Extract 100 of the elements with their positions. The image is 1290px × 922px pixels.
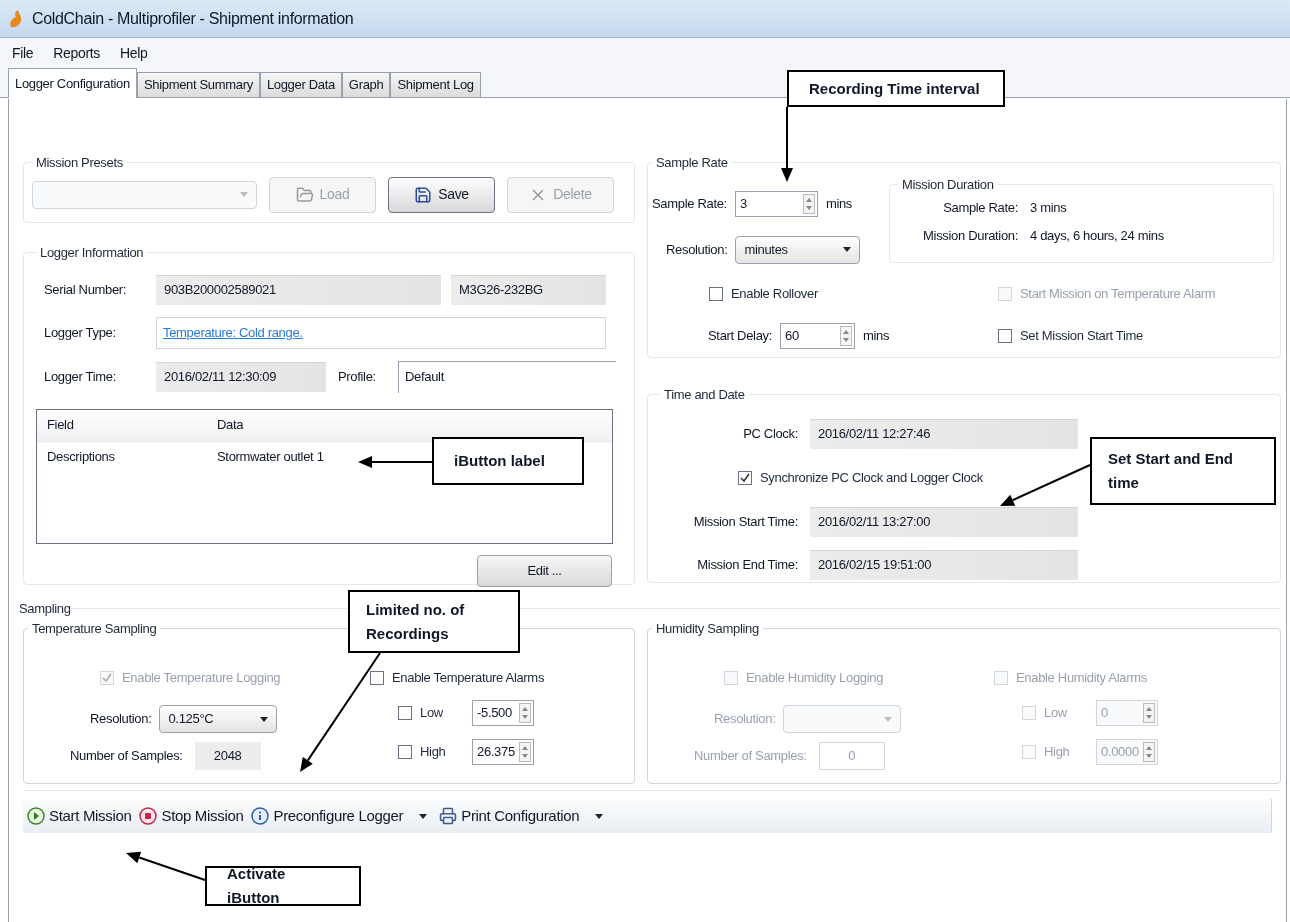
read-only-field: M3G26-232BG [451, 274, 606, 305]
spinner-icon[interactable] [840, 325, 852, 346]
info-icon [251, 807, 270, 825]
toolbar-button[interactable]: Print Configuration [439, 804, 608, 828]
checkbox-label: Low [1044, 704, 1067, 723]
printer-icon [439, 807, 458, 825]
table-cell-text: Descriptions [46, 447, 116, 466]
callout: Activate iButton [205, 866, 361, 906]
read-only-field: 2016/02/11 13:27:00 [810, 506, 1078, 537]
checkbox-label: Enable Humidity Alarms [1016, 669, 1147, 688]
spinner-icon[interactable] [802, 193, 815, 214]
read-only-field: 903B200002589021 [156, 274, 441, 305]
field-label: Number of Samples: [70, 747, 183, 766]
group-title: Humidity Sampling [655, 619, 760, 638]
tab[interactable]: Graph [341, 72, 391, 97]
tab[interactable]: Logger Configuration [8, 68, 137, 98]
field-label: Sample Rate: [942, 199, 1018, 217]
field-label: Logger Type: [43, 323, 117, 342]
number-field[interactable]: 26.375 [472, 739, 534, 765]
field-value: 3 mins [1030, 199, 1068, 217]
edit-button[interactable]: Edit ... [477, 554, 612, 587]
menu-item[interactable]: Help [120, 42, 148, 64]
field-label: Profile: [337, 367, 377, 386]
menu-item[interactable]: Reports [53, 42, 100, 64]
caret-icon [260, 716, 269, 722]
checkbox-label: High [1044, 743, 1070, 762]
field-label: Mission Start Time: [692, 512, 799, 531]
checkbox-label: Enable Temperature Logging [122, 669, 281, 688]
field-label: mins [863, 326, 890, 345]
number-field[interactable]: -5.500 [472, 700, 534, 726]
checkbox[interactable] [398, 745, 412, 759]
caret-icon [240, 192, 248, 197]
table-cell-text: Stormwater outlet 1 [216, 447, 325, 466]
read-only-field: 2016/02/11 12:27:46 [810, 418, 1078, 449]
field-label: Logger Time: [43, 367, 117, 386]
stop-icon [139, 807, 158, 825]
read-only-field: 2016/02/11 12:30:09 [156, 361, 326, 392]
callout: Limited no. of Recordings [348, 590, 520, 653]
toolbar-button[interactable]: Start Mission [27, 804, 132, 828]
callout: iButton label [432, 437, 584, 485]
callout: Recording Time interval [787, 70, 1005, 107]
field-label: Resolution: [90, 710, 152, 729]
checkbox[interactable] [370, 671, 384, 685]
read-only-field: 2048 [194, 742, 261, 770]
dropdown[interactable]: minutes [735, 235, 861, 264]
tab[interactable]: Shipment Log [390, 72, 481, 97]
callout: Set Start and End time [1090, 437, 1276, 505]
field-label: PC Clock: [742, 424, 799, 443]
group-title: Time and Date [663, 386, 746, 404]
group-title: Temperature Sampling [31, 619, 158, 638]
column-header[interactable]: Data [207, 415, 507, 435]
window-title: ColdChain - Multiprofiler - Shipment information [32, 8, 354, 29]
caret-icon [595, 813, 604, 819]
checkbox[interactable] [998, 328, 1012, 343]
checkbox[interactable] [398, 706, 412, 720]
spinner-icon[interactable] [519, 742, 531, 762]
checkbox[interactable] [709, 286, 723, 301]
folder-icon [295, 185, 314, 204]
read-only-field: 0 [818, 742, 885, 770]
profile-field[interactable]: Default [398, 360, 616, 393]
tab[interactable]: Shipment Summary [136, 72, 260, 97]
checkbox-label: Set Mission Start Time [1020, 326, 1143, 345]
checkbox-label: Enable Rollover [731, 284, 818, 303]
field-label: Mission End Time: [696, 555, 799, 574]
field-label: mins [825, 194, 853, 213]
checkbox-label: Enable Temperature Alarms [392, 669, 545, 688]
toolbar-button[interactable]: Stop Mission [139, 804, 244, 828]
checkbox-label: Low [420, 704, 443, 723]
checkbox-label: High [420, 743, 446, 762]
field-label: Start Delay: [708, 326, 772, 345]
preset-button[interactable]: Save [388, 176, 495, 213]
field-label: Sample Rate: [652, 194, 727, 213]
group-title: Mission Duration [901, 175, 995, 194]
start-delay-field[interactable]: 60 [780, 322, 855, 349]
field-label: Mission Duration: [922, 226, 1018, 245]
checkbox-label: Start Mission on Temperature Alarm [1020, 284, 1216, 303]
logger-type-link[interactable]: Temperature: Cold range. [163, 322, 303, 343]
play-icon [27, 807, 45, 825]
field-label: Resolution: [714, 710, 776, 729]
field-label: Serial Number: [43, 280, 128, 299]
checkbox-label: Enable Humidity Logging [746, 669, 884, 688]
group-title: Sampling [19, 600, 71, 618]
caret-icon [419, 813, 428, 819]
field-label: Resolution: [666, 240, 728, 259]
spinner-icon[interactable] [519, 703, 531, 723]
checkbox-label: Synchronize PC Clock and Logger Clock [760, 468, 983, 487]
tab[interactable]: Logger Data [259, 72, 342, 97]
field-value: 4 days, 6 hours, 24 mins [1030, 226, 1165, 245]
dropdown[interactable]: 0.125°C [159, 705, 278, 733]
app-icon [8, 8, 24, 29]
group-title: Mission Presets [35, 154, 124, 172]
group-title: Logger Information [39, 244, 145, 262]
caret-icon [843, 247, 852, 252]
menu-item[interactable]: File [12, 42, 34, 64]
toolbar-button[interactable]: Preconfigure Logger [251, 804, 432, 828]
caret-icon [884, 716, 893, 722]
read-only-field: 2016/02/15 19:51:00 [810, 549, 1078, 580]
column-header[interactable]: Field [37, 415, 207, 435]
checkbox[interactable] [738, 470, 752, 485]
sample-rate-field[interactable]: 3 [734, 190, 818, 217]
